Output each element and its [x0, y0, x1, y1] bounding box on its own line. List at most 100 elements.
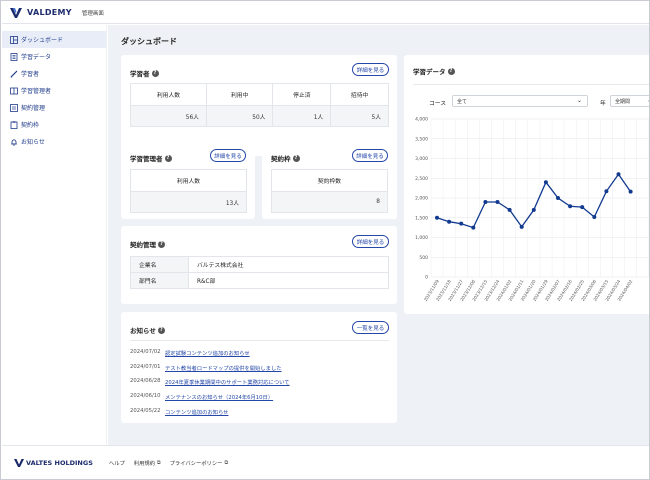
- learners-details-button[interactable]: 詳細を見る: [352, 63, 389, 76]
- help-icon[interactable]: ?: [151, 69, 159, 77]
- news-item: 2024/07/01 テスト教当者ロードマップの提供を開始しました: [130, 364, 282, 372]
- news-link[interactable]: テスト教当者ロードマップの提供を開始しました: [165, 364, 282, 372]
- y-tick-label: 3,500: [415, 136, 428, 142]
- year-select-value: 全期間: [615, 98, 631, 105]
- sidebar-item-learning-data[interactable]: 学習データ: [2, 48, 106, 65]
- help-icon[interactable]: ?: [164, 154, 172, 162]
- data-point: [628, 189, 633, 194]
- news-date: 2024/05/22: [130, 408, 161, 414]
- y-tick-label: 2,000: [415, 196, 428, 202]
- footer-link-privacy[interactable]: プライバシーポリシー ⧉: [170, 459, 228, 467]
- course-select[interactable]: 全て ⌄: [452, 95, 588, 107]
- data-point: [604, 189, 609, 194]
- help-icon[interactable]: ?: [447, 67, 455, 75]
- divider: [130, 340, 389, 341]
- stats-value: 13人: [130, 191, 247, 213]
- clipboard-icon: [9, 120, 18, 129]
- quota-title: 契約枠: [271, 155, 291, 163]
- stats-value: 56人: [130, 105, 207, 127]
- help-icon[interactable]: ?: [157, 326, 165, 334]
- main-content: ダッシュボード 学習者? 詳細を見る 利用人数 利用中 停止済 招待中 56人 …: [108, 25, 649, 445]
- y-tick-label: 0: [425, 275, 428, 281]
- admin-label: 管理画面: [81, 10, 104, 17]
- news-date: 2024/06/28: [130, 378, 161, 384]
- data-point: [507, 207, 512, 212]
- managers-details-button[interactable]: 詳細を見る: [210, 149, 246, 162]
- footer-link-label: 利用規約: [133, 461, 155, 467]
- contract-title: 契約管理: [130, 241, 156, 249]
- news-link[interactable]: 2024年夏季休業期間中のサポート業務対応について: [165, 378, 290, 386]
- sidebar-item-learners[interactable]: 学習者: [2, 65, 106, 82]
- sidebar-item-learning-managers[interactable]: 学習管理者: [2, 82, 106, 99]
- contract-value: R&C部: [188, 272, 389, 289]
- news-link[interactable]: メンテナンスのお知らせ（2024年6月10日）: [165, 393, 273, 401]
- sidebar-item-label: お知らせ: [21, 139, 45, 146]
- contract-key: 企業名: [130, 256, 189, 273]
- footer-link-help[interactable]: ヘルプ: [109, 459, 125, 467]
- data-point: [435, 215, 439, 220]
- news-card: お知らせ? 一覧を見る 2024/07/02 認定試験コンテンツ追加のお知らせ …: [121, 312, 397, 423]
- help-icon[interactable]: ?: [158, 240, 165, 248]
- contract-table: 企業名 バルテス株式会社 部門名 R&C部: [130, 256, 389, 289]
- pencil-icon: [9, 69, 18, 78]
- card-title: 学習管理者?: [130, 153, 172, 163]
- sidebar-item-label: 契約管理: [21, 105, 46, 112]
- news-link[interactable]: コンテンツ追加のお知らせ: [165, 408, 228, 416]
- sidebar-item-notices[interactable]: お知らせ: [2, 133, 106, 150]
- news-link[interactable]: 認定試験コンテンツ追加のお知らせ: [165, 349, 250, 357]
- footer-link-terms[interactable]: 利用規約 ⧉: [134, 459, 161, 467]
- data-point: [483, 199, 488, 204]
- footer-logo[interactable]: VALTES HOLDINGS: [14, 459, 93, 467]
- data-point: [519, 224, 524, 229]
- card-title: 学習者?: [130, 68, 159, 78]
- brand-name[interactable]: VALDEMY: [27, 8, 72, 17]
- chevron-down-icon: ⌄: [576, 97, 582, 104]
- news-item: 2024/06/28 2024年夏季休業期間中のサポート業務対応について: [130, 378, 290, 386]
- quota-stats-table: 契約枠数 8: [271, 169, 388, 213]
- sidebar-item-label: 契約枠: [21, 122, 40, 129]
- footer-brand: VALTES HOLDINGS: [26, 459, 93, 467]
- card-title: 契約枠?: [271, 153, 300, 163]
- learners-stats-table: 利用人数 利用中 停止済 招待中 56人 50人 1人 5人: [130, 83, 389, 127]
- y-tick-label: 1,000: [415, 235, 428, 241]
- news-list-button[interactable]: 一覧を見る: [352, 321, 389, 334]
- sidebar-item-contract-management[interactable]: 契約管理: [2, 99, 106, 116]
- news-item: 2024/06/10 メンテナンスのお知らせ（2024年6月10日）: [130, 393, 273, 401]
- data-point: [471, 225, 476, 230]
- contract-icon: [9, 103, 18, 112]
- learning-data-card: 学習データ? コース 全て ⌄ 年 全期間 ⌄ 4,000 3,500 3,000 2…: [404, 55, 649, 314]
- sidebar-item-dashboard[interactable]: ダッシュボード: [2, 31, 106, 48]
- year-label: 年: [600, 101, 606, 107]
- data-point: [592, 214, 597, 219]
- news-date: 2024/06/10: [130, 393, 161, 399]
- stats-header: 停止済: [272, 83, 332, 106]
- managers-stats-table: 利用人数 13人: [130, 169, 247, 213]
- data-point: [616, 172, 621, 177]
- valdemy-logo-icon: [10, 7, 23, 18]
- news-item: 2024/07/02 認定試験コンテンツ追加のお知らせ: [130, 349, 250, 357]
- external-link-icon: ⧉: [157, 460, 161, 466]
- book-icon: [9, 86, 18, 95]
- data-point: [556, 196, 560, 200]
- data-point: [543, 180, 548, 185]
- course-label: コース: [429, 101, 447, 107]
- quota-details-button[interactable]: 詳細を見る: [352, 149, 388, 162]
- y-tick-label: 2,500: [415, 176, 428, 182]
- y-tick-label: 4,000: [415, 117, 428, 123]
- sidebar-item-label: ダッシュボード: [21, 37, 64, 44]
- data-point: [459, 221, 464, 226]
- data-point: [447, 219, 452, 224]
- stats-value: 5人: [330, 105, 389, 127]
- data-point: [568, 204, 573, 209]
- stats-value: 8: [271, 191, 388, 213]
- quota-card: 契約枠? 詳細を見る 契約枠数 8: [262, 140, 397, 219]
- help-icon[interactable]: ?: [292, 154, 300, 162]
- sidebar-item-label: 学習者: [21, 71, 40, 78]
- y-tick-label: 1,500: [415, 215, 428, 221]
- document-icon: [9, 52, 18, 61]
- data-point: [531, 207, 536, 212]
- year-select[interactable]: 全期間 ⌄: [610, 95, 649, 107]
- contract-details-button[interactable]: 詳細を見る: [352, 235, 389, 248]
- sidebar-item-quota[interactable]: 契約枠: [2, 116, 106, 133]
- footer-link-label: プライバシーポリシー: [169, 461, 223, 467]
